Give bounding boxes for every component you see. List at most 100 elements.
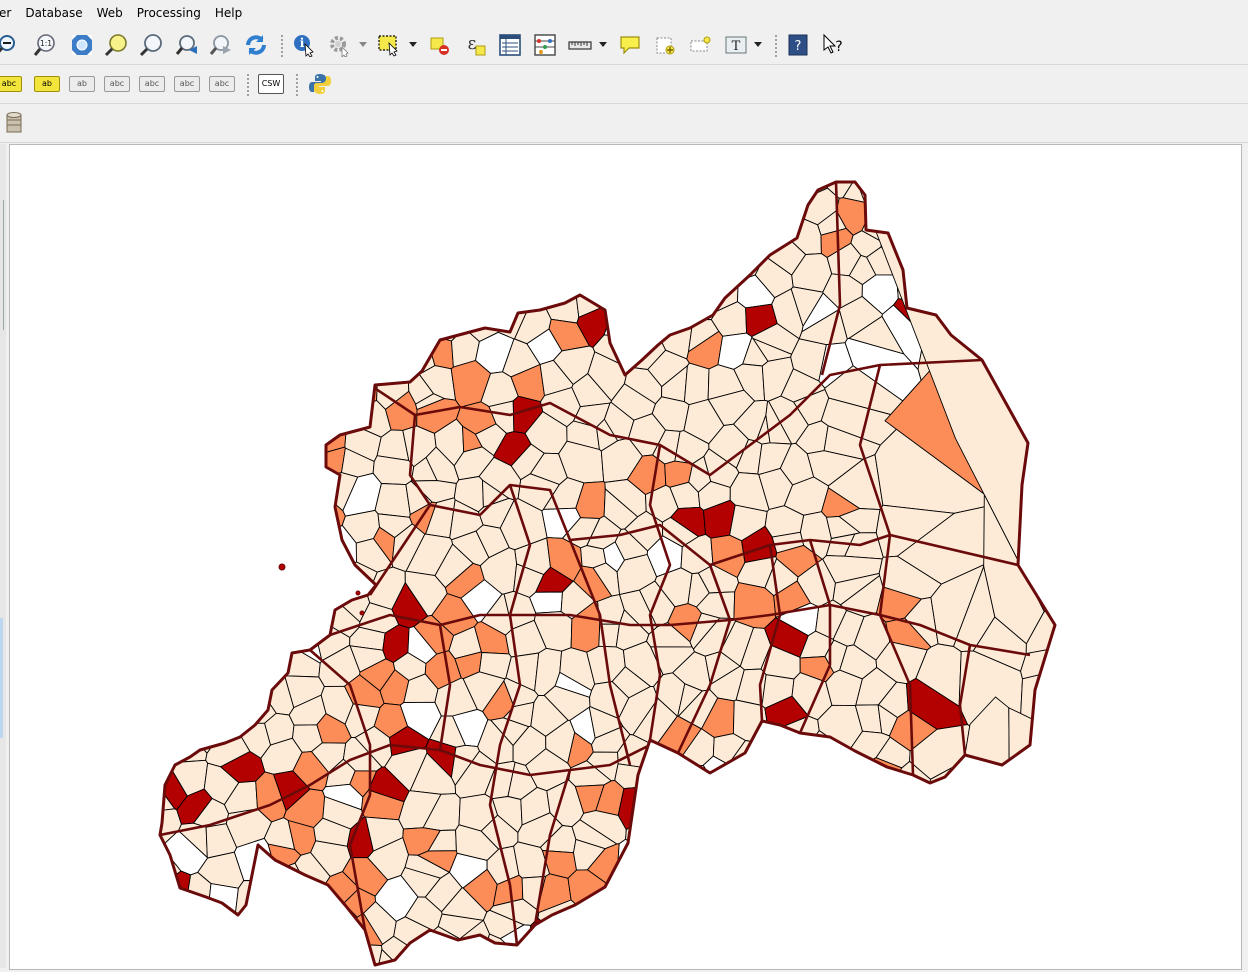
sector-polygon[interactable] <box>625 191 653 235</box>
sector-polygon[interactable] <box>1020 307 1101 393</box>
sector-polygon[interactable] <box>664 274 693 316</box>
sector-polygon[interactable] <box>508 204 544 234</box>
sector-polygon[interactable] <box>231 450 276 490</box>
label-toolbar-button[interactable]: ab <box>34 76 60 92</box>
sector-polygon[interactable] <box>998 823 1057 879</box>
sector-polygon[interactable] <box>294 246 334 280</box>
sector-polygon[interactable] <box>816 872 845 902</box>
sector-polygon[interactable] <box>473 282 514 307</box>
sector-polygon[interactable] <box>994 937 1053 969</box>
sector-polygon[interactable] <box>174 234 217 270</box>
sector-polygon[interactable] <box>1033 664 1100 810</box>
sector-polygon[interactable] <box>442 145 493 202</box>
sector-polygon[interactable] <box>242 562 276 593</box>
sector-polygon[interactable] <box>418 187 452 232</box>
sector-polygon[interactable] <box>825 782 862 817</box>
sector-polygon[interactable] <box>207 482 235 518</box>
sector-polygon[interactable] <box>684 861 717 892</box>
sector-polygon[interactable] <box>986 870 1054 924</box>
sector-polygon[interactable] <box>230 145 264 216</box>
sector-polygon[interactable] <box>549 145 601 205</box>
sector-polygon[interactable] <box>811 962 868 969</box>
sector-polygon[interactable] <box>339 168 382 216</box>
sector-polygon[interactable] <box>181 305 214 338</box>
sector-polygon[interactable] <box>265 405 299 441</box>
sector-polygon[interactable] <box>630 822 675 857</box>
sector-polygon[interactable] <box>1010 264 1042 306</box>
sector-polygon[interactable] <box>513 145 555 208</box>
sector-polygon[interactable] <box>247 248 276 283</box>
sector-polygon[interactable] <box>224 680 255 719</box>
sector-polygon[interactable] <box>544 220 577 260</box>
sector-polygon[interactable] <box>717 185 750 210</box>
sector-polygon[interactable] <box>586 896 624 933</box>
sector-polygon[interactable] <box>575 231 599 257</box>
zoom-out-button[interactable] <box>0 33 18 57</box>
sector-polygon[interactable] <box>177 266 218 299</box>
choropleth-map[interactable] <box>10 145 1241 969</box>
sector-polygon[interactable] <box>465 182 497 234</box>
sector-polygon[interactable] <box>110 568 171 616</box>
sector-polygon[interactable] <box>459 219 488 260</box>
sector-polygon[interactable] <box>178 680 207 717</box>
sector-polygon[interactable] <box>175 491 207 517</box>
zoom-next-button[interactable] <box>209 33 233 57</box>
sector-polygon[interactable] <box>622 877 653 899</box>
sector-polygon[interactable] <box>649 192 675 235</box>
sector-polygon[interactable] <box>253 458 293 504</box>
sector-polygon[interactable] <box>878 908 909 940</box>
select-features-button[interactable] <box>377 33 401 57</box>
sector-polygon[interactable] <box>234 530 274 566</box>
sector-polygon[interactable] <box>696 801 736 840</box>
sector-polygon[interactable] <box>725 965 767 969</box>
sector-polygon[interactable] <box>190 444 232 491</box>
sector-polygon[interactable] <box>1047 281 1100 325</box>
sector-polygon[interactable] <box>705 201 744 223</box>
sector-polygon[interactable] <box>1009 708 1063 792</box>
sector-polygon[interactable] <box>129 484 191 507</box>
sector-polygon[interactable] <box>920 846 956 886</box>
sector-polygon[interactable] <box>587 252 627 286</box>
sector-polygon[interactable] <box>958 207 988 239</box>
sector-polygon[interactable] <box>925 955 1051 969</box>
sector-polygon[interactable] <box>124 645 192 682</box>
sector-polygon[interactable] <box>730 900 759 946</box>
sector-polygon[interactable] <box>179 611 212 649</box>
sector-polygon[interactable] <box>255 510 295 547</box>
sector-polygon[interactable] <box>266 382 300 412</box>
sector-polygon[interactable] <box>769 197 802 234</box>
show-hide-labels-button[interactable]: abc <box>104 76 130 92</box>
sector-polygon[interactable] <box>596 227 626 257</box>
sector-polygon[interactable] <box>658 228 688 275</box>
sector-polygon[interactable] <box>787 876 819 904</box>
sector-polygon[interactable] <box>281 457 325 486</box>
menu-help[interactable]: Help <box>208 0 249 26</box>
sector-polygon[interactable] <box>573 906 605 939</box>
sector-polygon[interactable] <box>110 679 184 716</box>
sector-polygon[interactable] <box>741 194 778 236</box>
sector-polygon[interactable] <box>756 893 798 930</box>
sector-polygon[interactable] <box>289 220 338 251</box>
sector-polygon[interactable] <box>658 898 697 934</box>
select-by-expression-button[interactable]: ε <box>463 33 487 57</box>
whats-this-button[interactable]: ? <box>821 33 845 57</box>
sector-polygon[interactable] <box>754 741 788 782</box>
sector-polygon[interactable] <box>656 870 692 898</box>
sector-polygon[interactable] <box>137 145 217 202</box>
sector-polygon[interactable] <box>1005 145 1062 200</box>
sector-polygon[interactable] <box>602 945 632 969</box>
sector-polygon[interactable] <box>847 839 885 866</box>
sector-polygon[interactable] <box>574 202 609 237</box>
sector-polygon[interactable] <box>276 519 315 552</box>
sector-polygon[interactable] <box>713 836 745 878</box>
sector-polygon[interactable] <box>560 930 595 968</box>
sector-polygon[interactable] <box>248 649 282 688</box>
sector-polygon[interactable] <box>792 929 836 969</box>
sector-polygon[interactable] <box>487 227 519 269</box>
sector-polygon[interactable] <box>718 869 765 900</box>
sector-polygon[interactable] <box>363 145 427 200</box>
sector-polygon[interactable] <box>640 917 680 955</box>
sector-polygon[interactable] <box>467 294 500 319</box>
sector-polygon[interactable] <box>247 231 294 262</box>
sector-polygon[interactable] <box>458 958 496 970</box>
